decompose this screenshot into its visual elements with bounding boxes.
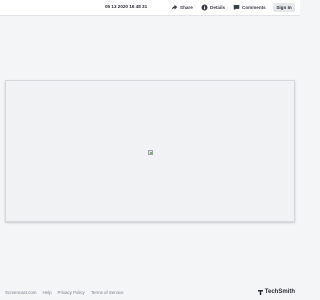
sign-in-button[interactable]: Sign In bbox=[273, 3, 295, 12]
screencast-page: 05 13 2020 16 48 31 Share Details Commen… bbox=[0, 0, 300, 300]
share-label: Share bbox=[180, 4, 193, 10]
details-button[interactable]: Details bbox=[201, 3, 225, 11]
footer-link-screencast[interactable]: Screencast.com bbox=[5, 290, 36, 295]
share-button[interactable]: Share bbox=[171, 3, 193, 11]
footer-link-terms[interactable]: Terms of Service bbox=[91, 290, 124, 295]
techsmith-logo[interactable]: TechSmith bbox=[258, 289, 295, 295]
broken-image-icon bbox=[148, 150, 153, 155]
footer-link-privacy[interactable]: Privacy Policy bbox=[58, 290, 85, 295]
comments-label: Comments bbox=[242, 4, 266, 10]
share-icon bbox=[171, 4, 178, 11]
footer-link-help[interactable]: Help bbox=[42, 290, 51, 295]
footer: Screencast.com Help Privacy Policy Terms… bbox=[0, 288, 300, 300]
footer-links: Screencast.com Help Privacy Policy Terms… bbox=[5, 290, 124, 295]
capture-timestamp: 05 13 2020 16 48 31 bbox=[105, 4, 148, 9]
comment-icon bbox=[233, 4, 240, 11]
comments-button[interactable]: Comments bbox=[233, 3, 266, 11]
techsmith-logo-icon bbox=[258, 289, 264, 295]
media-viewer[interactable] bbox=[5, 80, 295, 222]
top-bar: 05 13 2020 16 48 31 Share Details Commen… bbox=[0, 0, 300, 16]
info-icon bbox=[201, 3, 208, 11]
brand-name: TechSmith bbox=[264, 289, 295, 295]
details-label: Details bbox=[210, 4, 226, 10]
